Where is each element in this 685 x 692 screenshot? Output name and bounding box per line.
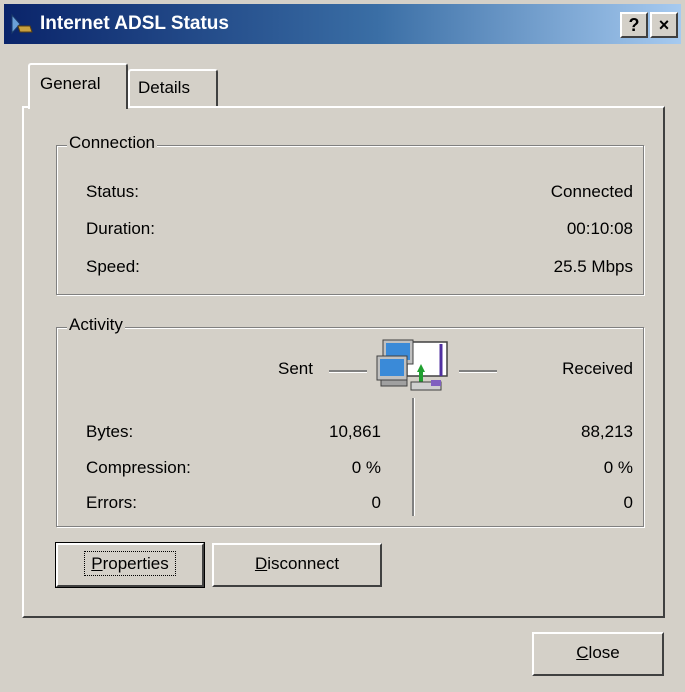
- errors-label: Errors:: [86, 493, 137, 512]
- tab-details[interactable]: Details: [128, 69, 218, 107]
- compression-label: Compression:: [86, 458, 191, 477]
- sent-label: Sent: [278, 359, 313, 378]
- bytes-received: 88,213: [581, 422, 633, 441]
- status-label: Status:: [86, 182, 139, 201]
- connection-legend: Connection: [67, 133, 158, 153]
- speed-value: 25.5 Mbps: [553, 257, 633, 276]
- sent-line: [329, 370, 367, 373]
- errors-sent: 0: [371, 493, 381, 512]
- help-button[interactable]: ?: [620, 12, 648, 38]
- disconnect-button[interactable]: Disconnect: [212, 543, 382, 587]
- compression-received: 0 %: [603, 458, 633, 477]
- close-icon[interactable]: ×: [650, 12, 678, 38]
- received-line: [459, 370, 497, 373]
- title-bar[interactable]: Internet ADSL Status ? ×: [4, 4, 681, 44]
- status-value: Connected: [550, 182, 633, 201]
- tab-general[interactable]: General: [28, 63, 128, 109]
- activity-legend: Activity: [67, 315, 125, 335]
- activity-divider: [412, 398, 415, 516]
- compression-sent: 0 %: [351, 458, 381, 477]
- window-title: Internet ADSL Status: [40, 13, 229, 34]
- errors-received: 0: [623, 493, 633, 512]
- duration-value: 00:10:08: [566, 219, 633, 238]
- network-computers-icon: [376, 339, 448, 391]
- received-label: Received: [562, 359, 633, 378]
- connection-icon: [11, 13, 33, 35]
- speed-label: Speed:: [86, 257, 140, 276]
- properties-button[interactable]: Properties: [55, 542, 205, 588]
- bytes-label: Bytes:: [86, 422, 134, 441]
- tab-panel-general: Connection Status: Connected Duration: 0…: [22, 106, 665, 618]
- activity-group: Activity Sent Received Bytes: 10,861 88,…: [56, 315, 644, 527]
- bytes-sent: 10,861: [329, 422, 381, 441]
- connection-group: Connection Status: Connected Duration: 0…: [56, 133, 644, 295]
- close-button[interactable]: Close: [532, 632, 664, 676]
- duration-label: Duration:: [86, 219, 155, 238]
- status-dialog: Internet ADSL Status ? × General Details…: [0, 0, 685, 692]
